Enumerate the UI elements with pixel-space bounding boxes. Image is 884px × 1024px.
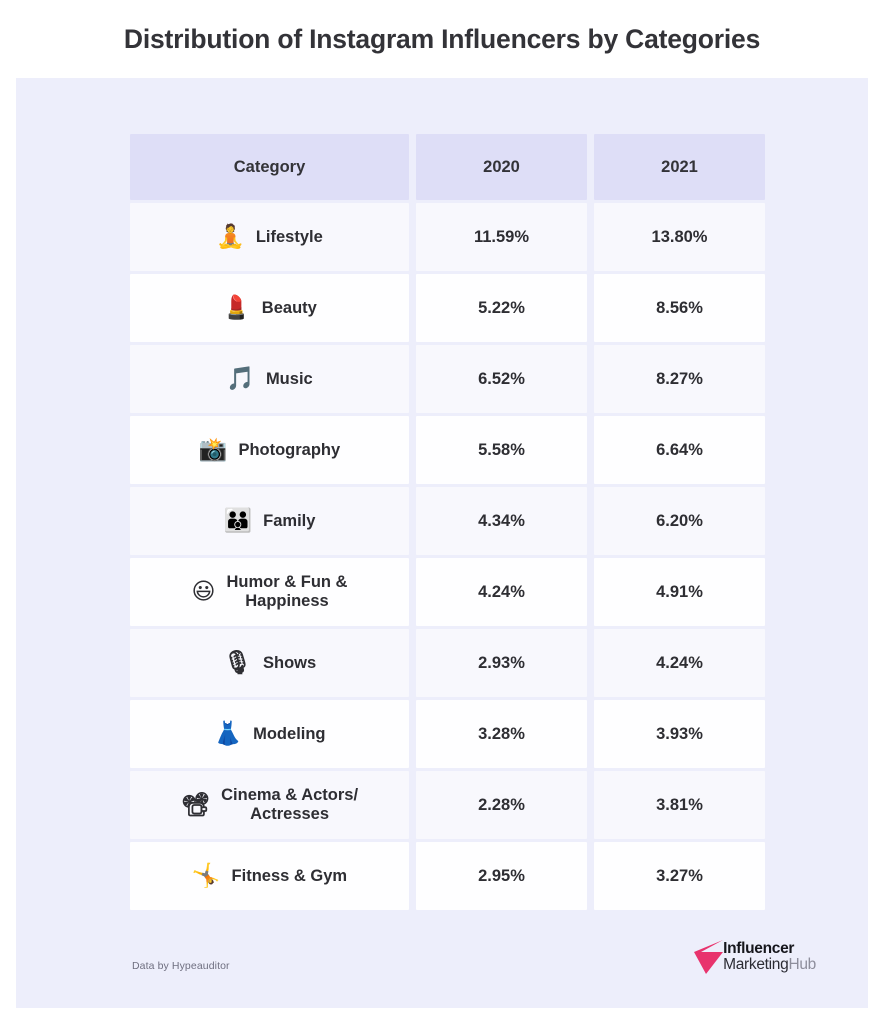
category-label: Lifestyle xyxy=(255,227,323,246)
value-2021: 3.27% xyxy=(594,842,765,910)
infographic-page: Distribution of Instagram Influencers by… xyxy=(0,0,884,1024)
column-header-2020: 2020 xyxy=(416,134,587,200)
column-gap xyxy=(409,134,416,200)
value-2021: 6.64% xyxy=(594,416,765,484)
film-projector-icon: 📽 xyxy=(180,791,211,818)
table-row: 👗 Modeling 3.28% 3.93% xyxy=(130,700,765,768)
category-cell: 🧘 Lifestyle xyxy=(130,203,409,271)
logo-line-marketinghub: MarketingHub xyxy=(723,957,816,973)
column-gap xyxy=(587,771,594,839)
value-2020: 2.28% xyxy=(416,771,587,839)
arrow-logo-icon xyxy=(694,940,724,974)
column-header-2021: 2021 xyxy=(594,134,765,200)
value-2020: 11.59% xyxy=(416,203,587,271)
column-gap xyxy=(409,771,416,839)
value-2021: 3.81% xyxy=(594,771,765,839)
value-2021: 4.91% xyxy=(594,558,765,626)
logo-wordmark: Influencer MarketingHub xyxy=(723,941,816,973)
value-2020: 2.95% xyxy=(416,842,587,910)
category-cell: 👗 Modeling xyxy=(130,700,409,768)
cartwheel-person-icon: 🤸 xyxy=(191,862,221,889)
column-gap xyxy=(409,274,416,342)
column-gap xyxy=(587,487,594,555)
category-label: Humor & Fun & Happiness xyxy=(226,573,348,610)
table-header-row: Category 2020 2021 xyxy=(130,134,765,200)
category-label: Beauty xyxy=(261,298,317,317)
category-label: Shows xyxy=(263,653,317,672)
category-cell: 🎵 Music xyxy=(130,345,409,413)
value-2021: 13.80% xyxy=(594,203,765,271)
family-icon: 👪 xyxy=(223,507,253,534)
table-row: 💄 Beauty 5.22% 8.56% xyxy=(130,274,765,342)
distribution-table: Category 2020 2021 🧘 Lifestyle 11.59% 13… xyxy=(130,134,765,913)
value-2020: 3.28% xyxy=(416,700,587,768)
column-gap xyxy=(409,700,416,768)
category-label: Cinema & Actors/ Actresses xyxy=(221,786,359,823)
category-label: Fitness & Gym xyxy=(231,866,348,885)
column-gap xyxy=(409,487,416,555)
grinning-face-icon: 😃 xyxy=(191,578,216,605)
logo-hub-text: Hub xyxy=(788,956,816,973)
value-2021: 8.56% xyxy=(594,274,765,342)
category-cell: 🤸 Fitness & Gym xyxy=(130,842,409,910)
column-header-category: Category xyxy=(130,134,409,200)
category-cell: 👪 Family xyxy=(130,487,409,555)
table-row: 👪 Family 4.34% 6.20% xyxy=(130,487,765,555)
category-cell: 😃 Humor & Fun & Happiness xyxy=(130,558,409,626)
table-card: Category 2020 2021 🧘 Lifestyle 11.59% 13… xyxy=(16,78,868,1008)
value-2020: 5.58% xyxy=(416,416,587,484)
column-gap xyxy=(409,629,416,697)
column-gap xyxy=(587,274,594,342)
column-gap xyxy=(409,842,416,910)
value-2020: 6.52% xyxy=(416,345,587,413)
value-2021: 3.93% xyxy=(594,700,765,768)
table-row: 😃 Humor & Fun & Happiness 4.24% 4.91% xyxy=(130,558,765,626)
table-row: 📽 Cinema & Actors/ Actresses 2.28% 3.81% xyxy=(130,771,765,839)
category-label: Photography xyxy=(238,440,341,459)
category-label: Family xyxy=(263,511,316,530)
category-cell: 📸 Photography xyxy=(130,416,409,484)
value-2020: 5.22% xyxy=(416,274,587,342)
category-label: Music xyxy=(265,369,313,388)
table-row: 🧘 Lifestyle 11.59% 13.80% xyxy=(130,203,765,271)
column-gap xyxy=(587,842,594,910)
column-gap xyxy=(587,700,594,768)
category-label: Modeling xyxy=(253,724,326,743)
influencer-marketing-hub-logo: Influencer MarketingHub xyxy=(694,940,816,974)
dress-icon: 👗 xyxy=(213,720,243,747)
column-gap xyxy=(587,203,594,271)
lipstick-icon: 💄 xyxy=(222,294,251,321)
column-gap xyxy=(409,203,416,271)
column-gap xyxy=(409,345,416,413)
column-gap xyxy=(409,558,416,626)
studio-microphone-icon: 🎙 xyxy=(222,649,252,676)
category-cell: 🎙 Shows xyxy=(130,629,409,697)
value-2020: 4.24% xyxy=(416,558,587,626)
column-gap xyxy=(587,558,594,626)
musical-note-icon: 🎵 xyxy=(226,365,255,392)
value-2021: 8.27% xyxy=(594,345,765,413)
category-cell: 💄 Beauty xyxy=(130,274,409,342)
column-gap xyxy=(587,416,594,484)
camera-flash-icon: 📸 xyxy=(198,436,228,463)
data-source-credit: Data by Hypeauditor xyxy=(132,960,230,972)
table-row: 🤸 Fitness & Gym 2.95% 3.27% xyxy=(130,842,765,910)
value-2021: 4.24% xyxy=(594,629,765,697)
page-title: Distribution of Instagram Influencers by… xyxy=(123,23,761,54)
value-2020: 2.93% xyxy=(416,629,587,697)
value-2020: 4.34% xyxy=(416,487,587,555)
table-row: 🎙 Shows 2.93% 4.24% xyxy=(130,629,765,697)
value-2021: 6.20% xyxy=(594,487,765,555)
column-gap xyxy=(409,416,416,484)
table-row: 📸 Photography 5.58% 6.64% xyxy=(130,416,765,484)
table-row: 🎵 Music 6.52% 8.27% xyxy=(130,345,765,413)
logo-marketing-text: Marketing xyxy=(723,956,789,973)
logo-line-influencer: Influencer xyxy=(723,940,795,958)
column-gap xyxy=(587,345,594,413)
column-gap xyxy=(587,134,594,200)
category-cell: 📽 Cinema & Actors/ Actresses xyxy=(130,771,409,839)
column-gap xyxy=(587,629,594,697)
lotus-position-person-icon: 🧘 xyxy=(216,223,245,250)
footer: Data by Hypeauditor Influencer Marketing… xyxy=(130,930,840,974)
